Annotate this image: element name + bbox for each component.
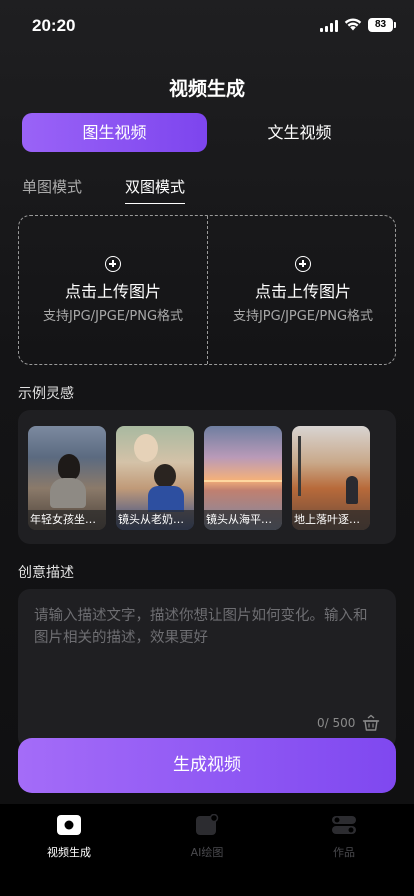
add-circle-icon bbox=[295, 256, 311, 272]
bottom-tab-bar: 视频生成 AI绘图 作品 bbox=[0, 804, 414, 896]
inspiration-card[interactable]: 年轻女孩坐在咖啡馆 bbox=[28, 426, 106, 530]
works-icon bbox=[332, 816, 356, 834]
description-input[interactable] bbox=[34, 605, 380, 675]
generate-video-button[interactable]: 生成视频 bbox=[18, 738, 396, 793]
upload-slot-2[interactable]: 点击上传图片 支持JPG/JPGE/PNG格式 bbox=[209, 216, 397, 364]
inspiration-card[interactable]: 地上落叶逐渐飘起 bbox=[292, 426, 370, 530]
thumbnail-figure bbox=[148, 486, 184, 512]
thumbnail-figure bbox=[58, 454, 80, 480]
inspiration-heading: 示例灵感 bbox=[18, 386, 74, 402]
thumbnail-lamppost bbox=[298, 436, 301, 496]
inspiration-panel: 年轻女孩坐在咖啡馆 镜头从老奶奶和男孩 镜头从海平面缓缓 地上落叶逐渐飘起 bbox=[18, 410, 396, 544]
clear-text-icon[interactable] bbox=[362, 714, 380, 732]
status-time: 20:20 bbox=[32, 16, 76, 35]
tab-text-to-video[interactable]: 文生视频 bbox=[207, 113, 392, 152]
description-panel: 0/ 500 bbox=[18, 589, 396, 749]
thumbnail-horizon bbox=[204, 480, 282, 482]
wifi-icon bbox=[344, 18, 362, 31]
upload-slot-1[interactable]: 点击上传图片 支持JPG/JPGE/PNG格式 bbox=[19, 216, 207, 364]
tab-works[interactable]: 作品 bbox=[294, 814, 394, 860]
tab-label: 作品 bbox=[333, 846, 355, 859]
tab-label: 视频生成 bbox=[47, 846, 91, 859]
thumbnail-figure bbox=[154, 464, 176, 488]
inspiration-card[interactable]: 镜头从海平面缓缓 bbox=[204, 426, 282, 530]
video-icon bbox=[57, 815, 81, 835]
upload-label: 点击上传图片 bbox=[254, 282, 351, 301]
ai-draw-icon bbox=[196, 813, 219, 835]
generation-type-tabs: 图生视频 文生视频 bbox=[22, 113, 392, 152]
thumbnail-figure bbox=[134, 434, 158, 462]
char-counter: 0/ 500 bbox=[317, 716, 356, 730]
tab-video-generation[interactable]: 视频生成 bbox=[19, 814, 119, 860]
description-heading: 创意描述 bbox=[18, 565, 74, 581]
status-bar: 20:20 83 bbox=[0, 0, 414, 50]
inspiration-caption: 镜头从老奶奶和男孩 bbox=[116, 510, 194, 530]
tab-image-to-video[interactable]: 图生视频 bbox=[22, 113, 207, 152]
inspiration-caption: 地上落叶逐渐飘起 bbox=[292, 510, 370, 530]
battery-icon: 83 bbox=[368, 18, 396, 32]
inspiration-card[interactable]: 镜头从老奶奶和男孩 bbox=[116, 426, 194, 530]
thumbnail-figure bbox=[346, 476, 358, 504]
upload-format-hint: 支持JPG/JPGE/PNG格式 bbox=[232, 309, 374, 324]
thumbnail-figure bbox=[50, 478, 86, 508]
tab-dual-image-mode[interactable]: 双图模式 bbox=[125, 176, 186, 204]
inspiration-caption: 镜头从海平面缓缓 bbox=[204, 510, 282, 530]
add-circle-icon bbox=[105, 256, 121, 272]
tab-label: AI绘图 bbox=[190, 846, 224, 859]
cellular-signal-icon bbox=[320, 20, 340, 32]
page-title: 视频生成 bbox=[168, 78, 245, 100]
upload-divider bbox=[207, 216, 208, 364]
inspiration-caption: 年轻女孩坐在咖啡馆 bbox=[28, 510, 106, 530]
upload-label: 点击上传图片 bbox=[64, 282, 161, 301]
upload-format-hint: 支持JPG/JPGE/PNG格式 bbox=[42, 309, 184, 324]
upload-area: 点击上传图片 支持JPG/JPGE/PNG格式 点击上传图片 支持JPG/JPG… bbox=[18, 215, 396, 365]
tab-single-image-mode[interactable]: 单图模式 bbox=[22, 176, 82, 197]
tab-ai-drawing[interactable]: AI绘图 bbox=[157, 813, 257, 860]
